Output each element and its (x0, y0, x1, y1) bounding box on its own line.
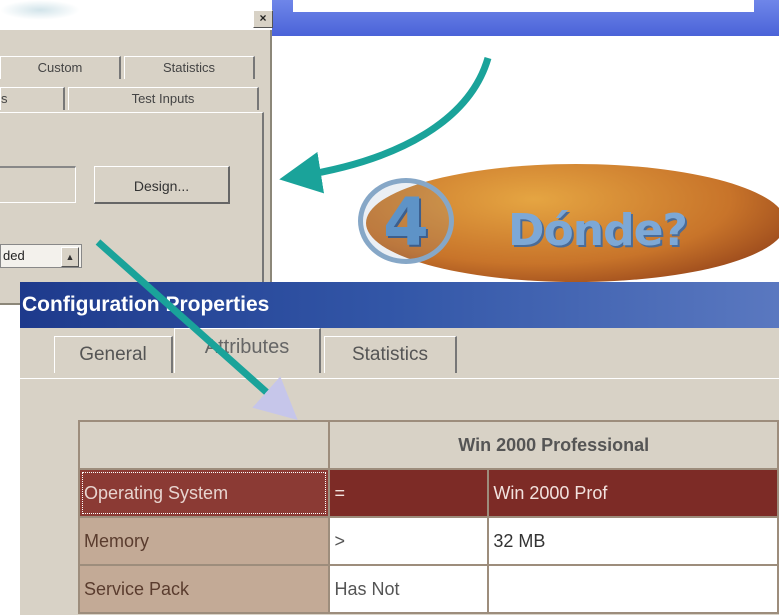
arrow-to-design-button (279, 57, 492, 194)
arrow-to-attributes-tab (95, 239, 298, 420)
annotation-arrows (95, 57, 492, 420)
